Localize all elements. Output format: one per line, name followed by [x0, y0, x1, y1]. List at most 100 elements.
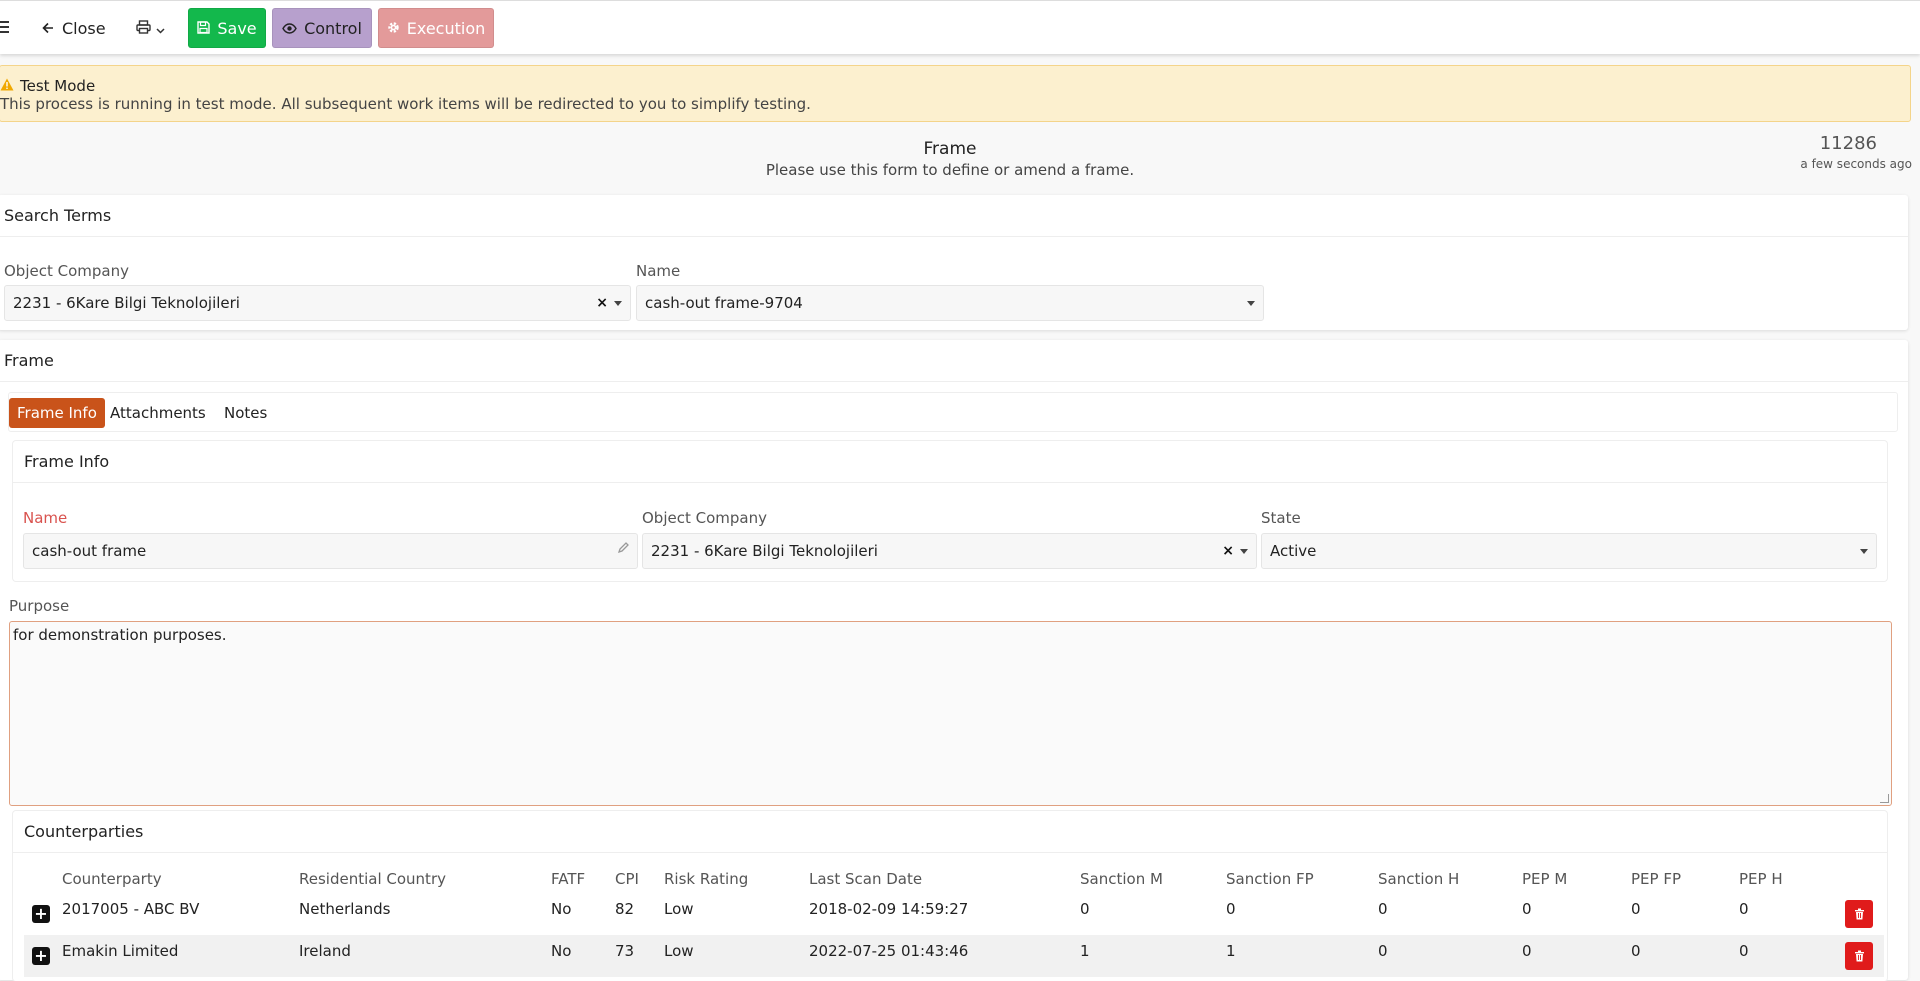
- expand-plus-icon[interactable]: +: [32, 947, 50, 965]
- cell-sanction-h: 0: [1378, 942, 1388, 960]
- save-label: Save: [217, 18, 257, 38]
- cell-pep-m: 0: [1522, 900, 1532, 918]
- cell-sanction-fp: 1: [1226, 942, 1236, 960]
- cell-sanction-fp: 0: [1226, 900, 1236, 918]
- cell-residential-country: Ireland: [299, 942, 351, 960]
- tab-frame-info[interactable]: Frame Info: [9, 398, 105, 428]
- cell-pep-m: 0: [1522, 942, 1532, 960]
- col-sanction-fp: Sanction FP: [1226, 870, 1314, 888]
- toolbar: Close Save Control Execution: [0, 0, 1920, 54]
- caret-down-icon: [1247, 300, 1255, 306]
- search-name-value: cash-out frame-9704: [645, 294, 803, 312]
- control-button[interactable]: Control: [272, 8, 372, 48]
- frame-object-company-label: Object Company: [642, 509, 767, 527]
- cell-sanction-m: 1: [1080, 942, 1090, 960]
- search-object-company-label: Object Company: [4, 262, 129, 280]
- col-sanction-h: Sanction H: [1378, 870, 1460, 888]
- search-object-company-value: 2231 - 6Kare Bilgi Teknolojileri: [13, 294, 240, 312]
- last-updated: a few seconds ago: [1800, 157, 1912, 171]
- cell-counterparty: 2017005 - ABC BV: [62, 900, 200, 918]
- col-risk-rating: Risk Rating: [664, 870, 749, 888]
- search-terms-heading: Search Terms: [0, 195, 1908, 237]
- delete-row-button[interactable]: [1845, 900, 1873, 928]
- cell-last-scan-date: 2018-02-09 14:59:27: [809, 900, 969, 918]
- warning-icon: [0, 77, 14, 95]
- execution-button[interactable]: Execution: [378, 8, 494, 48]
- col-pep-h: PEP H: [1739, 870, 1783, 888]
- col-fatf: FATF: [551, 870, 586, 888]
- hamburger-menu-icon[interactable]: [0, 15, 14, 39]
- print-dropdown-button[interactable]: [136, 15, 165, 41]
- frame-state-select[interactable]: Active: [1261, 533, 1877, 569]
- floppy-disk-icon: [197, 19, 211, 38]
- cell-fatf: No: [551, 900, 572, 918]
- search-name-select[interactable]: cash-out frame-9704: [636, 285, 1264, 321]
- cell-last-scan-date: 2022-07-25 01:43:46: [809, 942, 969, 960]
- expand-plus-icon[interactable]: +: [32, 905, 50, 923]
- col-pep-fp: PEP FP: [1631, 870, 1682, 888]
- tab-attachments[interactable]: Attachments: [102, 398, 214, 428]
- purpose-textarea[interactable]: for demonstration purposes.: [9, 621, 1892, 806]
- page-title: Frame: [923, 139, 977, 159]
- frame-heading: Frame: [0, 340, 1908, 382]
- cell-pep-h: 0: [1739, 942, 1749, 960]
- col-residential-country: Residential Country: [299, 870, 446, 888]
- resize-handle-icon[interactable]: [1880, 794, 1889, 803]
- counterparties-heading: Counterparties: [13, 811, 1887, 853]
- printer-icon: [136, 19, 151, 38]
- alert-title: Test Mode: [20, 76, 96, 95]
- test-mode-alert: Test Mode This process is running in tes…: [0, 65, 1911, 122]
- cell-risk-rating: Low: [664, 900, 694, 918]
- cell-cpi: 73: [615, 942, 635, 960]
- frame-state-label: State: [1261, 509, 1301, 527]
- save-button[interactable]: Save: [188, 8, 266, 48]
- caret-down-icon: [614, 300, 622, 306]
- search-name-label: Name: [636, 262, 681, 280]
- frame-name-value: cash-out frame: [32, 542, 147, 560]
- caret-down-icon: [1860, 548, 1868, 554]
- cell-pep-h: 0: [1739, 900, 1749, 918]
- cell-residential-country: Netherlands: [299, 900, 391, 918]
- frame-tabs: Frame Info Attachments Notes: [8, 392, 1898, 432]
- pencil-icon: [617, 534, 629, 568]
- cell-risk-rating: Low: [664, 942, 694, 960]
- cell-pep-fp: 0: [1631, 900, 1641, 918]
- eye-icon: [282, 19, 297, 38]
- close-label: Close: [62, 18, 106, 38]
- tab-notes[interactable]: Notes: [216, 398, 275, 428]
- gear-icon: [387, 19, 400, 38]
- control-label: Control: [304, 18, 362, 38]
- alert-text: This process is running in test mode. Al…: [0, 95, 811, 113]
- col-last-scan-date: Last Scan Date: [809, 870, 923, 888]
- col-sanction-m: Sanction M: [1080, 870, 1163, 888]
- purpose-label: Purpose: [9, 597, 70, 615]
- col-counterparty: Counterparty: [62, 870, 162, 888]
- cell-cpi: 82: [615, 900, 635, 918]
- frame-object-company-value: 2231 - 6Kare Bilgi Teknolojileri: [651, 542, 878, 560]
- arrow-left-icon: [42, 19, 54, 38]
- caret-down-icon: [1240, 548, 1248, 554]
- clear-icon[interactable]: ×: [596, 286, 608, 320]
- frame-name-label: Name: [23, 509, 68, 527]
- cell-sanction-m: 0: [1080, 900, 1090, 918]
- cell-sanction-h: 0: [1378, 900, 1388, 918]
- clear-icon[interactable]: ×: [1222, 534, 1234, 568]
- cell-pep-fp: 0: [1631, 942, 1641, 960]
- frame-object-company-select[interactable]: 2231 - 6Kare Bilgi Teknolojileri ×: [642, 533, 1257, 569]
- delete-row-button[interactable]: [1845, 942, 1873, 970]
- frame-name-input[interactable]: cash-out frame: [23, 533, 638, 569]
- col-pep-m: PEP M: [1522, 870, 1568, 888]
- purpose-value: for demonstration purposes.: [13, 626, 227, 644]
- chevron-down-icon: [156, 19, 165, 38]
- col-cpi: CPI: [615, 870, 639, 888]
- page-subtitle: Please use this form to define or amend …: [765, 161, 1135, 179]
- close-button[interactable]: Close: [42, 15, 106, 41]
- trash-icon: [1854, 905, 1865, 924]
- frame-info-heading: Frame Info: [13, 441, 1887, 483]
- cell-fatf: No: [551, 942, 572, 960]
- cell-counterparty: Emakin Limited: [62, 942, 179, 960]
- frame-state-value: Active: [1270, 542, 1317, 560]
- execution-label: Execution: [406, 18, 486, 38]
- record-id: 11286: [1819, 133, 1877, 154]
- search-object-company-select[interactable]: 2231 - 6Kare Bilgi Teknolojileri ×: [4, 285, 631, 321]
